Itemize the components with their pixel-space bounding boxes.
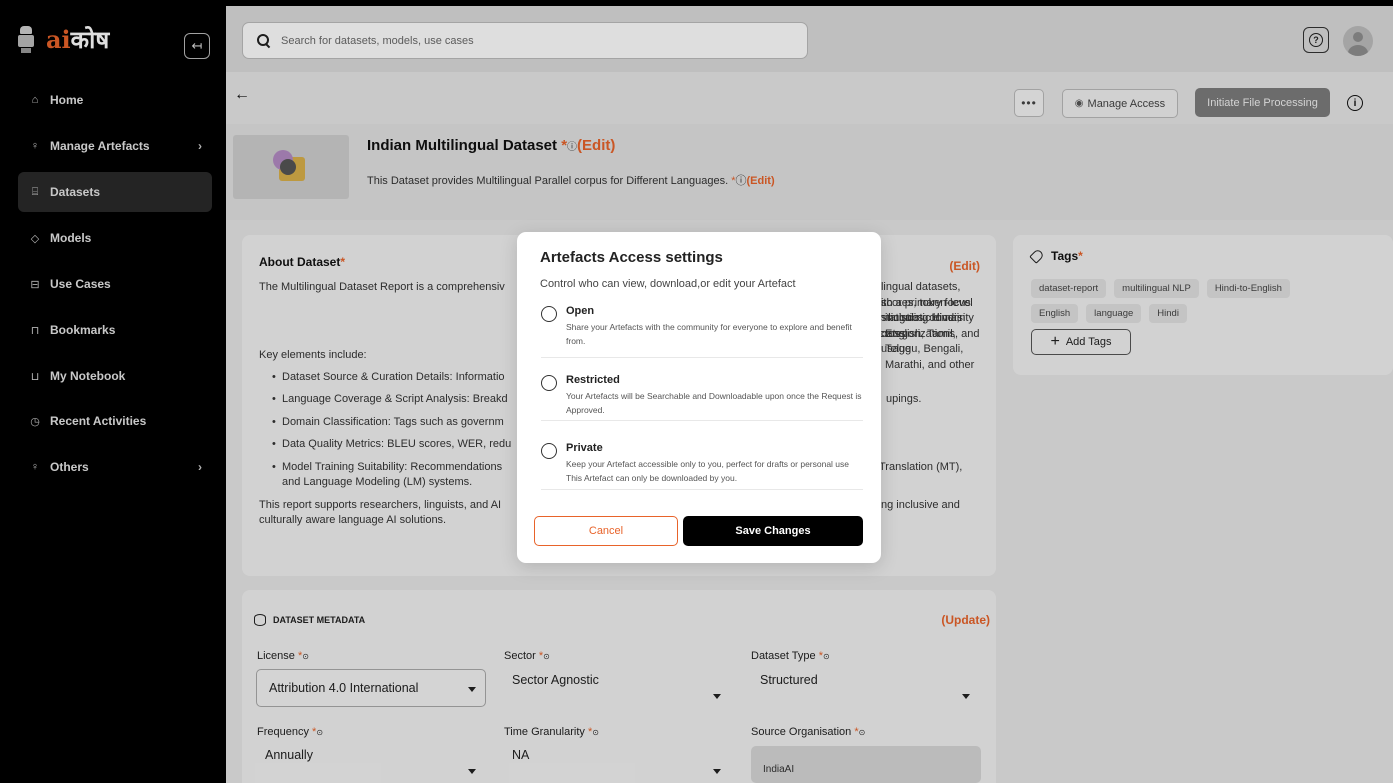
access-settings-modal: Artefacts Access settings Control who ca…	[517, 232, 881, 563]
radio-open[interactable]	[541, 306, 557, 322]
save-changes-button[interactable]: Save Changes	[683, 516, 863, 546]
modal-title: Artefacts Access settings	[540, 249, 723, 266]
option-label: Open	[566, 305, 595, 317]
option-label: Private	[566, 442, 603, 454]
modal-subtitle: Control who can view, download,or edit y…	[540, 278, 796, 290]
access-option-restricted[interactable]: Restricted Your Artefacts will be Search…	[541, 371, 863, 421]
cancel-button[interactable]: Cancel	[534, 516, 678, 546]
option-description: Keep your Artefact accessible only to yo…	[566, 459, 850, 483]
option-description: Share your Artefacts with the community …	[566, 322, 852, 346]
access-option-private[interactable]: Private Keep your Artefact accessible on…	[541, 439, 863, 490]
radio-restricted[interactable]	[541, 375, 557, 391]
access-option-open[interactable]: Open Share your Artefacts with the commu…	[541, 302, 863, 358]
radio-private[interactable]	[541, 443, 557, 459]
option-description: Your Artefacts will be Searchable and Do…	[566, 391, 862, 415]
option-label: Restricted	[566, 374, 620, 386]
